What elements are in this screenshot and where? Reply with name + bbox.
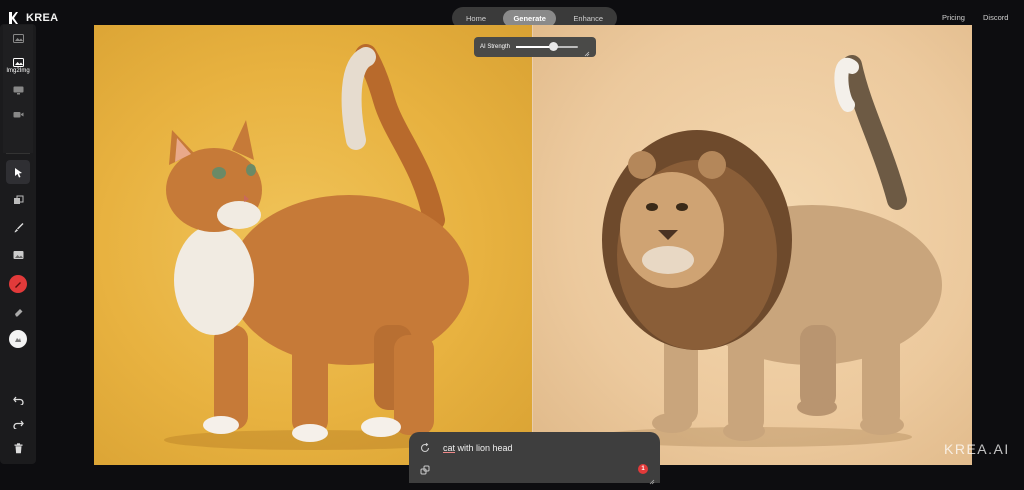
cursor-icon[interactable] (8, 162, 28, 182)
image-upload-icon[interactable] (8, 245, 28, 265)
watermark: KREA.AI (944, 441, 1010, 457)
tab-enhance[interactable]: Enhance (563, 10, 613, 27)
ai-strength-thumb[interactable] (549, 42, 559, 51)
toolbar-divider (6, 153, 30, 154)
video-mode-icon[interactable] (8, 104, 28, 124)
discord-link[interactable]: Discord (983, 13, 1008, 22)
eraser-icon[interactable] (8, 302, 28, 322)
ai-strength-slider[interactable] (516, 42, 578, 51)
ai-strength-label: AI Strength (480, 44, 511, 50)
style-sample-button[interactable] (9, 330, 27, 348)
krea-logo-icon (8, 11, 18, 25)
mode-label: Img2Img (6, 68, 30, 74)
notification-badge: 1 (638, 464, 648, 474)
screen-mode-icon[interactable] (8, 80, 28, 100)
prompt-input[interactable]: cat with lion head (443, 443, 513, 453)
input-image (94, 25, 532, 465)
redo-icon[interactable] (8, 414, 28, 434)
prompt-resize-icon[interactable] (649, 472, 655, 490)
canvas[interactable] (94, 25, 972, 465)
undo-icon[interactable] (8, 390, 28, 410)
prompt-text-keyword: cat (443, 443, 456, 453)
shapes-icon[interactable] (8, 190, 28, 210)
link-icon[interactable] (419, 464, 431, 476)
trash-icon[interactable] (8, 438, 28, 458)
color-picker-button[interactable] (9, 275, 27, 293)
compare-divider[interactable] (532, 25, 533, 465)
refresh-icon[interactable] (419, 442, 431, 454)
tab-home[interactable]: Home (456, 10, 496, 27)
image-mode-icon[interactable] (8, 28, 28, 48)
prompt-text-rest: with lion head (455, 443, 513, 453)
cat-illustration (164, 44, 469, 450)
brush-icon[interactable] (8, 217, 28, 237)
app-name: KREA (26, 12, 59, 24)
pricing-link[interactable]: Pricing (942, 13, 965, 22)
ai-strength-fill (516, 46, 554, 48)
resize-handle-icon[interactable] (584, 44, 590, 57)
lion-illustration (592, 55, 942, 447)
tab-generate[interactable]: Generate (503, 9, 556, 27)
output-image (532, 25, 972, 465)
ai-strength-control: AI Strength (474, 37, 596, 57)
prompt-panel: cat with lion head 1 (409, 432, 660, 485)
